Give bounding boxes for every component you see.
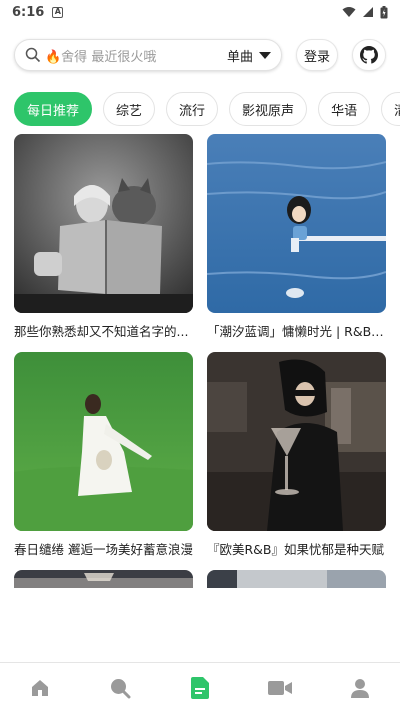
- chevron-down-icon[interactable]: [259, 51, 271, 59]
- chip-morning[interactable]: 清晨: [381, 92, 400, 126]
- chip-daily-recommend[interactable]: 每日推荐: [14, 92, 93, 126]
- playlist-cover[interactable]: [14, 352, 193, 531]
- wifi-icon: [342, 7, 356, 17]
- search-input[interactable]: 🔥舍得 最近很火哦: [45, 46, 227, 65]
- battery-icon: [380, 5, 388, 18]
- search-type-select[interactable]: 单曲: [227, 46, 253, 65]
- github-icon: [360, 46, 378, 64]
- profile-icon: [351, 678, 369, 698]
- playlist-title: 『欧美R&B』如果忧郁是种天赋: [207, 542, 385, 557]
- login-button[interactable]: 登录: [296, 39, 338, 71]
- nav-profile[interactable]: [340, 668, 380, 708]
- status-bar: 6:16 A: [0, 0, 400, 24]
- chip-variety[interactable]: 综艺: [103, 92, 156, 126]
- chip-chinese[interactable]: 华语: [318, 92, 371, 126]
- chip-pop[interactable]: 流行: [166, 92, 219, 126]
- playlist-card[interactable]: [207, 570, 386, 588]
- github-button[interactable]: [352, 39, 386, 71]
- nav-video[interactable]: [260, 668, 300, 708]
- playlist-cover[interactable]: [14, 570, 193, 588]
- notification-icon: A: [52, 6, 64, 18]
- signal-icon: [363, 7, 373, 17]
- playlist-cover[interactable]: [207, 134, 386, 313]
- playlist-title: 那些你熟悉却又不知道名字的...: [14, 324, 189, 339]
- search-box[interactable]: 🔥舍得 最近很火哦 单曲: [14, 39, 282, 71]
- search-icon: [25, 47, 41, 63]
- playlist-card[interactable]: [14, 570, 193, 588]
- nav-home[interactable]: [20, 668, 60, 708]
- status-time: 6:16: [12, 4, 45, 20]
- chip-soundtrack[interactable]: 影视原声: [229, 92, 308, 126]
- playlist-card[interactable]: 『欧美R&B』如果忧郁是种天赋: [207, 352, 386, 558]
- video-icon: [268, 680, 292, 695]
- playlist-cover[interactable]: [207, 570, 386, 588]
- nav-playlist[interactable]: [180, 668, 220, 708]
- bottom-nav: [0, 662, 400, 712]
- search-row: 🔥舍得 最近很火哦 单曲 登录: [14, 38, 386, 72]
- status-indicators: [342, 5, 388, 19]
- playlist-card[interactable]: 「潮汐蓝调」慵懒时光 | R&B ...: [207, 134, 386, 340]
- playlist-cover[interactable]: [14, 134, 193, 313]
- search-icon: [111, 678, 131, 698]
- playlist-card[interactable]: 那些你熟悉却又不知道名字的...: [14, 134, 193, 340]
- playlist-title: 「潮汐蓝调」慵懒时光 | R&B ...: [207, 324, 386, 339]
- nav-search[interactable]: [100, 668, 140, 708]
- playlist-icon: [191, 676, 209, 699]
- home-icon: [32, 679, 48, 696]
- playlist-title: 春日缱绻 邂逅一场美好蓄意浪漫: [14, 542, 193, 557]
- playlist-card[interactable]: 春日缱绻 邂逅一场美好蓄意浪漫: [14, 352, 193, 558]
- playlist-cover[interactable]: [207, 352, 386, 531]
- category-chips: 每日推荐 综艺 流行 影视原声 华语 清晨: [14, 92, 400, 128]
